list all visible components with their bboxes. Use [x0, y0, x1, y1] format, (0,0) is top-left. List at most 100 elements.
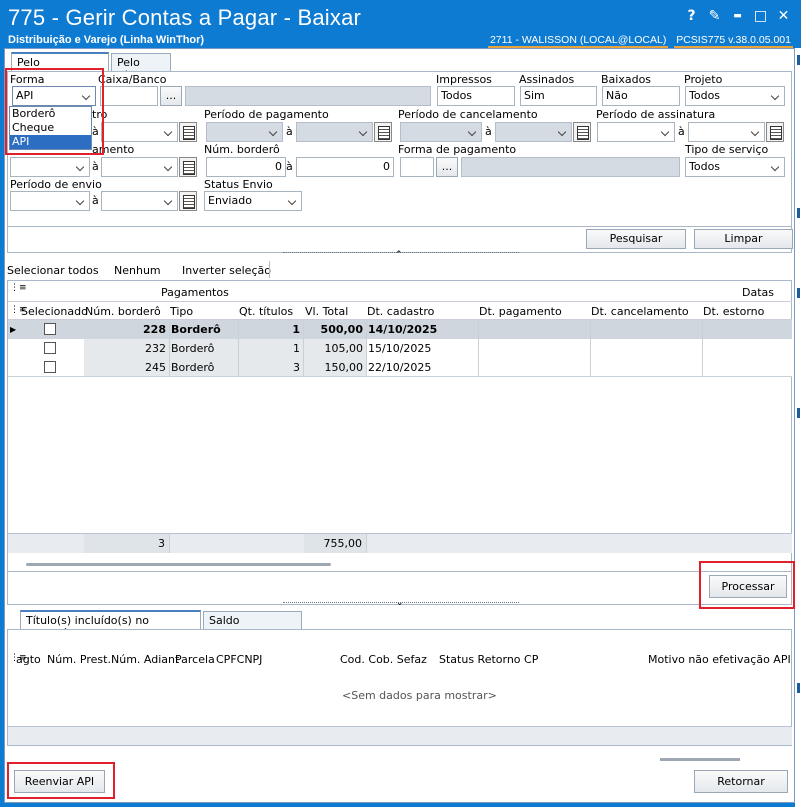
chevron-up-icon[interactable]: ⌃ [395, 250, 403, 260]
col-vl-total[interactable]: Vl. Total [305, 305, 348, 318]
assinatura-to-date[interactable] [688, 122, 765, 142]
limpar-button[interactable]: Limpar [694, 229, 793, 249]
pesquisar-button[interactable]: Pesquisar [586, 229, 686, 249]
col-agto[interactable]: agto [16, 653, 41, 666]
vencimento-from-date[interactable] [10, 157, 90, 177]
cell-tipo: Borderô [170, 358, 239, 377]
calendar-icon[interactable] [374, 122, 392, 142]
calendar-icon[interactable] [179, 191, 197, 211]
cell-num: 228 [84, 320, 170, 339]
minimize-icon[interactable]: ▬ [726, 6, 749, 26]
filter-panel: Forma API Caixa/Banco ... Impressos Todo… [7, 71, 792, 227]
table-row[interactable]: 232 Borderô 1 105,00 15/10/2025 [8, 339, 792, 358]
calendar-icon[interactable] [179, 122, 197, 142]
payments-grid: ⋮≡ Pagamentos Datas ⋮≡ Selecionado Núm. … [7, 280, 792, 572]
col-parcela[interactable]: Parcela [175, 653, 215, 666]
help-icon[interactable]: ? [680, 6, 703, 26]
forma-pagamento-lookup-button[interactable]: ... [436, 157, 458, 177]
close-icon[interactable]: ✕ [772, 6, 795, 26]
edge-marker [797, 288, 800, 298]
col-qt-titulos[interactable]: Qt. títulos [239, 305, 293, 318]
table-row[interactable]: ▶ 228 Borderô 1 500,00 14/10/2025 [8, 320, 792, 339]
edit-icon[interactable]: ✎ [703, 6, 726, 26]
horizontal-scrollbar[interactable] [26, 563, 331, 566]
cell-dt-cancelamento [591, 339, 703, 358]
cadastro-to-date[interactable] [101, 122, 178, 142]
periodo-envio-label: Período de envio [10, 178, 102, 191]
cancelamento-from-date[interactable] [400, 122, 482, 142]
col-num-prest[interactable]: Núm. Prest. [47, 653, 111, 666]
baixados-label: Baixados [601, 73, 652, 86]
cell-qt: 3 [239, 358, 304, 377]
select-all-button[interactable]: Selecionar todos [7, 264, 99, 277]
vencimento-to-date[interactable] [101, 157, 178, 177]
num-bordero-from[interactable]: 0 [206, 157, 286, 177]
pagamento-from-date[interactable] [206, 122, 283, 142]
app-window: 775 - Gerir Contas a Pagar - Baixar Dist… [0, 0, 801, 807]
cell-tipo: Borderô [170, 320, 239, 339]
row-checkbox[interactable] [44, 323, 56, 335]
col-cpfcnpj[interactable]: CPFCNPJ [216, 653, 262, 666]
forma-pagamento-input[interactable] [400, 157, 434, 177]
col-num-bordero[interactable]: Núm. borderô [85, 305, 161, 318]
col-num-adiant[interactable]: Núm. Adiant [111, 653, 179, 666]
assinatura-from-date[interactable] [597, 122, 675, 142]
tab-pelo-titulo[interactable]: Pelo Título [111, 53, 171, 82]
tab-saldo-caixa[interactable]: Saldo caixa/banco [203, 611, 302, 640]
num-bordero-label: Núm. borderô [204, 143, 280, 156]
tipo-servico-label: Tipo de serviço [685, 143, 769, 156]
invert-selection-button[interactable]: Inverter seleção [182, 264, 271, 277]
cell-qt: 1 [239, 320, 304, 339]
col-dt-pagamento[interactable]: Dt. pagamento [479, 305, 562, 318]
calendar-icon[interactable] [573, 122, 591, 142]
retornar-button[interactable]: Retornar [694, 770, 788, 793]
tipo-servico-select[interactable]: Todos [685, 157, 785, 177]
cancelamento-to-date[interactable] [495, 122, 572, 142]
projeto-label: Projeto [684, 73, 723, 86]
caixa-input[interactable] [100, 86, 158, 106]
envio-from-date[interactable] [10, 191, 90, 211]
calendar-icon[interactable] [766, 122, 784, 142]
a-label: à [678, 125, 685, 138]
tab-titulos-bordero[interactable]: Título(s) incluído(s) no borderô: 228 [20, 610, 201, 640]
titulos-grid: ⋮≡ agto Núm. Prest. Núm. Adiant Parcela … [7, 629, 792, 746]
col-dt-estorno[interactable]: Dt. estorno [703, 305, 764, 318]
impressos-field[interactable]: Todos [437, 86, 515, 106]
col-selecionado[interactable]: Selecionado [21, 305, 88, 318]
title-bar: 775 - Gerir Contas a Pagar - Baixar Dist… [0, 0, 801, 48]
calendar-icon[interactable] [179, 157, 197, 177]
edge-marker [797, 208, 800, 218]
version-label: PCSIS775 v.38.0.05.001 [674, 34, 793, 48]
grid-menu-icon[interactable]: ⋮≡ [10, 283, 27, 293]
table-row[interactable]: 245 Borderô 3 150,00 22/10/2025 [8, 358, 792, 377]
col-cod-cob-sefaz[interactable]: Cod. Cob. Sefaz [340, 653, 427, 666]
baixados-field[interactable]: Não [602, 86, 680, 106]
user-info: 2711 - WALISSON (LOCAL@LOCAL) PCSIS775 v… [487, 34, 793, 48]
main-client-area: Pelo pagamento Pelo Título Forma API Cai… [4, 48, 795, 803]
pagamento-to-date[interactable] [296, 122, 373, 142]
row-checkbox[interactable] [44, 361, 56, 373]
caixa-lookup-button[interactable]: ... [160, 86, 182, 106]
grid-footer: 3 755,00 [8, 533, 792, 553]
col-status-retorno[interactable]: Status Retorno CP [439, 653, 538, 666]
user-name: 2711 - WALISSON (LOCAL@LOCAL) [487, 34, 669, 48]
forma-pagamento-description [461, 157, 680, 177]
num-bordero-to[interactable]: 0 [296, 157, 394, 177]
maximize-icon[interactable]: □ [749, 6, 772, 26]
envio-to-date[interactable] [101, 191, 178, 211]
projeto-select[interactable]: Todos [685, 86, 785, 106]
assinados-field[interactable]: Sim [520, 86, 597, 106]
col-motivo[interactable]: Motivo não efetivação API [648, 653, 791, 666]
col-dt-cancelamento[interactable]: Dt. cancelamento [591, 305, 689, 318]
cell-dt-cadastro: 22/10/2025 [367, 358, 479, 377]
forma-pagamento-label: Forma de pagamento [398, 143, 517, 156]
row-checkbox[interactable] [44, 342, 56, 354]
status-envio-select[interactable]: Enviado [204, 191, 302, 211]
horizontal-scrollbar[interactable] [660, 758, 740, 761]
select-none-button[interactable]: Nenhum [114, 264, 161, 277]
group-datas: Datas [742, 286, 774, 299]
col-tipo[interactable]: Tipo [170, 305, 193, 318]
chevron-down-icon[interactable]: ⌄ [396, 598, 404, 608]
edge-marker [797, 55, 800, 65]
col-dt-cadastro[interactable]: Dt. cadastro [367, 305, 434, 318]
